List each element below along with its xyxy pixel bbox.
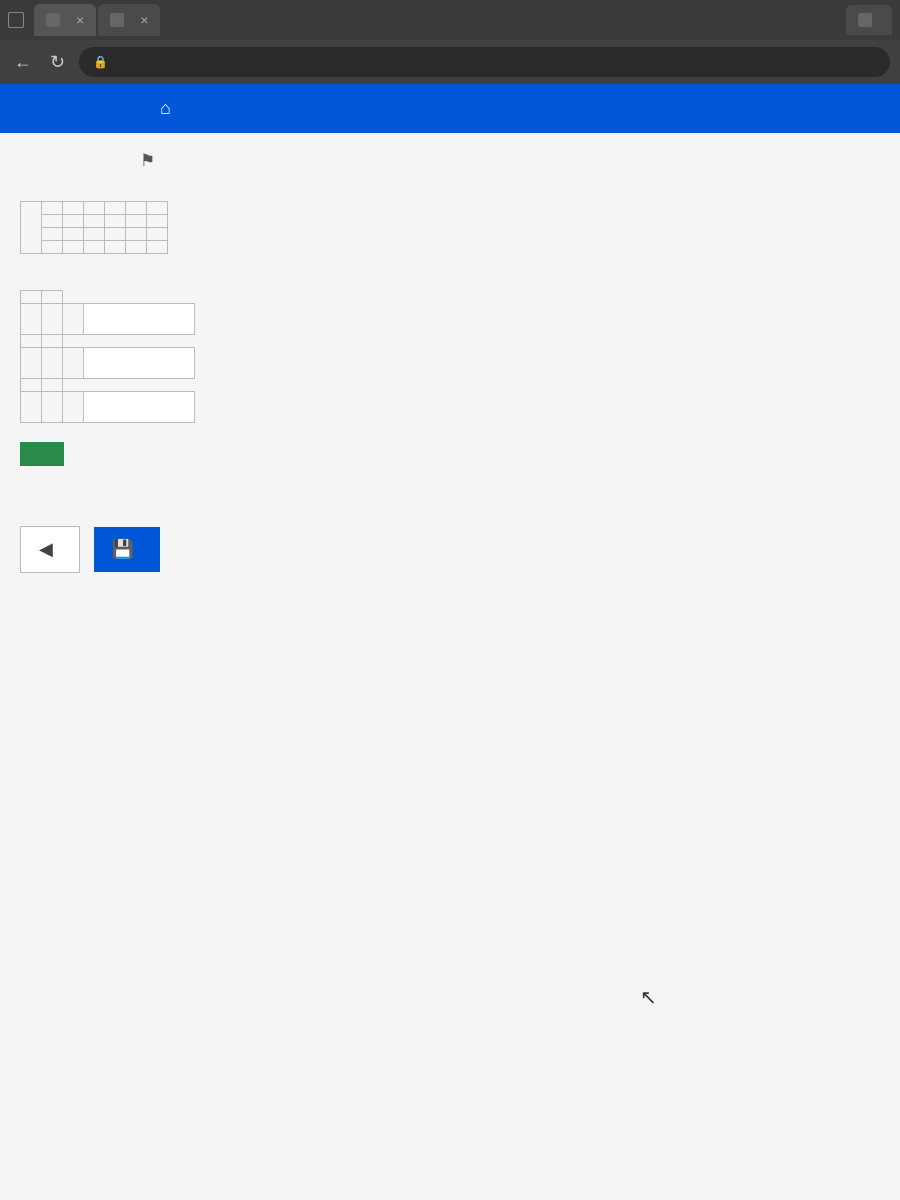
- tabs-icon[interactable]: [8, 12, 24, 28]
- table-row: [21, 348, 195, 379]
- favicon-icon: [46, 13, 60, 27]
- table-row: [21, 241, 168, 254]
- browser-chrome: × × ← ↻ 🔒: [0, 0, 900, 84]
- inventory-table: [20, 201, 168, 254]
- url-input[interactable]: 🔒: [79, 47, 890, 77]
- check-button[interactable]: [20, 442, 64, 466]
- lock-icon: 🔒: [93, 55, 108, 69]
- save-icon: 💾: [112, 539, 134, 560]
- fifo-input[interactable]: [84, 304, 194, 334]
- return-to-course-link[interactable]: ⌂: [160, 98, 179, 119]
- previous-button[interactable]: ◀: [20, 526, 80, 573]
- table-row: [21, 291, 195, 304]
- flag-icon: ⚑: [140, 151, 155, 171]
- close-icon[interactable]: ×: [76, 12, 84, 28]
- close-icon[interactable]: ×: [140, 12, 148, 28]
- favicon-icon: [110, 13, 124, 27]
- question-meta: ⚑: [20, 151, 876, 171]
- lifo-input[interactable]: [84, 348, 194, 378]
- table-row: [21, 215, 168, 228]
- site-header: ⌂: [0, 84, 900, 133]
- table-row: [21, 202, 168, 215]
- table-row: [21, 379, 195, 392]
- table-row: [21, 392, 195, 423]
- tab-ch4[interactable]: [846, 5, 892, 35]
- bottom-nav: ◀ 💾: [20, 526, 876, 573]
- month-cell: [21, 202, 42, 254]
- tab-discussion[interactable]: ×: [34, 4, 96, 36]
- tab-ch6[interactable]: ×: [98, 4, 160, 36]
- back-icon[interactable]: ←: [10, 48, 36, 77]
- favicon-icon: [858, 13, 872, 27]
- save-answers-button[interactable]: 💾: [94, 527, 160, 572]
- question-content: ⚑: [0, 133, 900, 593]
- flag-question-link[interactable]: ⚑: [140, 151, 161, 171]
- cursor-icon: ↖: [640, 985, 657, 1010]
- table-row: [21, 304, 195, 335]
- refresh-icon[interactable]: ↻: [46, 48, 69, 77]
- wavg-input[interactable]: [84, 392, 194, 422]
- table-row: [21, 335, 195, 348]
- answer-table: [20, 290, 195, 423]
- tab-bar: × ×: [0, 0, 900, 40]
- address-bar: ← ↻ 🔒: [0, 40, 900, 84]
- table-row: [21, 228, 168, 241]
- chevron-left-icon: ◀: [39, 539, 53, 560]
- home-icon: ⌂: [160, 98, 171, 119]
